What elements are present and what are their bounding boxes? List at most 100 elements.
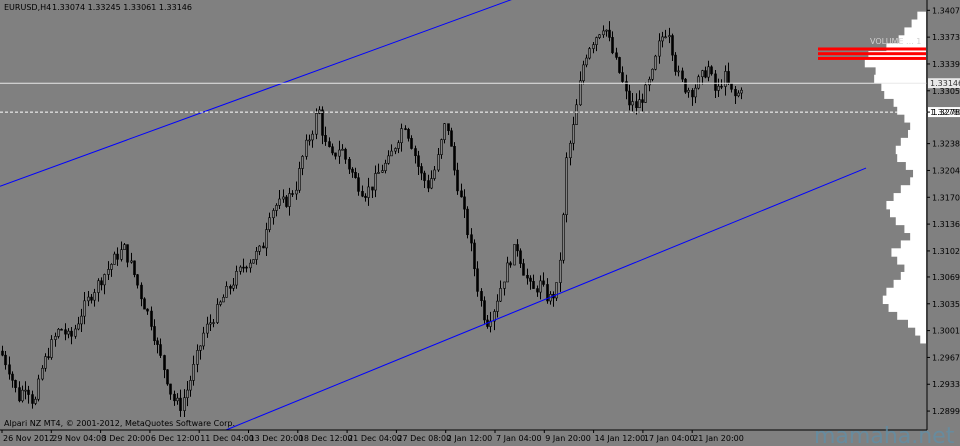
volume-profile-bar xyxy=(910,177,926,186)
price-chart[interactable]: VOLUME ... 1 1.331461.32780 1.340701.337… xyxy=(0,0,960,446)
candle-body xyxy=(146,308,149,312)
candle-body xyxy=(278,198,281,206)
candle-body xyxy=(384,162,387,171)
candle-body xyxy=(611,37,614,54)
volume-profile-bar xyxy=(910,232,926,241)
volume-profile-bar xyxy=(897,256,926,265)
price-tick-label: 1.29670 xyxy=(932,353,960,362)
candle-body xyxy=(470,234,473,244)
volume-profile-bar xyxy=(900,240,926,249)
volume-profile-bar xyxy=(904,224,926,234)
time-tick-label: 27 Dec 08:00 xyxy=(397,434,451,443)
volume-profile-bar xyxy=(875,66,926,76)
candle-body xyxy=(707,66,710,78)
volume-poc-bar xyxy=(818,52,926,56)
candle-body xyxy=(631,101,634,106)
candle-body xyxy=(704,70,707,78)
candle-body xyxy=(602,30,605,36)
candle-body xyxy=(730,82,733,90)
candle-body xyxy=(282,196,285,200)
candle-body xyxy=(258,245,261,252)
volume-profile-bar xyxy=(915,327,926,336)
candle-body xyxy=(206,323,209,334)
candle-body xyxy=(249,262,252,269)
candle-body xyxy=(559,259,562,283)
candle-body xyxy=(664,36,667,39)
candle-body xyxy=(245,266,248,269)
candle-body xyxy=(87,296,90,302)
candle-body xyxy=(1,350,4,356)
candle-body xyxy=(628,90,631,106)
candle-body xyxy=(608,29,611,38)
candle-body xyxy=(153,326,156,342)
candle-body xyxy=(499,288,502,302)
candle-body xyxy=(536,288,539,293)
time-tick-label: 17 Jan 04:00 xyxy=(644,434,695,443)
candle-body xyxy=(44,356,47,369)
candle-body xyxy=(509,262,512,266)
chart-header-symbol: EURUSD,H4 xyxy=(4,3,51,12)
candle-body xyxy=(47,356,50,358)
candle-body xyxy=(338,149,341,157)
candle-body xyxy=(14,380,17,388)
candle-body xyxy=(677,70,680,73)
candle-body xyxy=(456,169,459,192)
candle-body xyxy=(285,196,288,207)
candle-body xyxy=(443,123,446,140)
volume-profile-bar xyxy=(890,208,926,218)
candle-body xyxy=(437,154,440,171)
candle-body xyxy=(654,55,657,70)
candle-body xyxy=(651,68,654,80)
candle-body xyxy=(288,193,291,207)
candle-body xyxy=(341,148,344,151)
volume-profile-bar xyxy=(905,161,926,170)
candle-body xyxy=(615,52,618,58)
candle-body xyxy=(116,253,119,260)
candle-body xyxy=(192,364,195,381)
candle-body xyxy=(70,330,73,337)
candle-body xyxy=(423,172,426,181)
candle-body xyxy=(503,281,506,289)
volume-profile-bar xyxy=(882,295,926,305)
candle-body xyxy=(140,284,143,300)
candle-body xyxy=(635,101,638,108)
candle-body xyxy=(410,138,413,149)
candle-body xyxy=(37,378,40,400)
copyright-text: Alpari NZ MT4, © 2001-2012, MetaQuotes S… xyxy=(4,419,235,428)
time-tick-label: 21 Dec 04:00 xyxy=(348,434,402,443)
candle-body xyxy=(555,282,558,299)
candle-body xyxy=(100,280,103,286)
candle-body xyxy=(166,369,169,385)
candle-body xyxy=(169,383,172,395)
candle-body xyxy=(588,48,591,59)
candle-body xyxy=(60,328,63,331)
candle-body xyxy=(727,71,730,84)
candle-body xyxy=(387,155,390,164)
candle-body xyxy=(516,244,519,252)
candle-body xyxy=(209,322,212,325)
candle-body xyxy=(54,336,57,340)
candle-body xyxy=(687,89,690,93)
candle-body xyxy=(219,301,222,305)
candle-body xyxy=(21,389,24,402)
candle-body xyxy=(691,89,694,98)
price-tick-label: 1.32780 xyxy=(932,108,960,117)
candle-body xyxy=(143,298,146,310)
candle-body xyxy=(216,304,219,323)
candle-body xyxy=(466,208,469,236)
candle-body xyxy=(103,274,106,286)
candle-body xyxy=(41,367,44,380)
candle-body xyxy=(57,328,60,337)
candle-body xyxy=(97,280,100,293)
candle-body xyxy=(196,350,199,365)
volume-profile-bar xyxy=(886,200,926,210)
candle-body xyxy=(321,109,324,136)
candle-body xyxy=(450,130,453,147)
candle-body xyxy=(18,387,21,402)
volume-poc-bar xyxy=(818,56,926,60)
candle-body xyxy=(641,99,644,103)
candle-body xyxy=(440,139,443,155)
candle-body xyxy=(661,36,664,42)
candle-body xyxy=(582,64,585,82)
candle-body xyxy=(361,191,364,197)
